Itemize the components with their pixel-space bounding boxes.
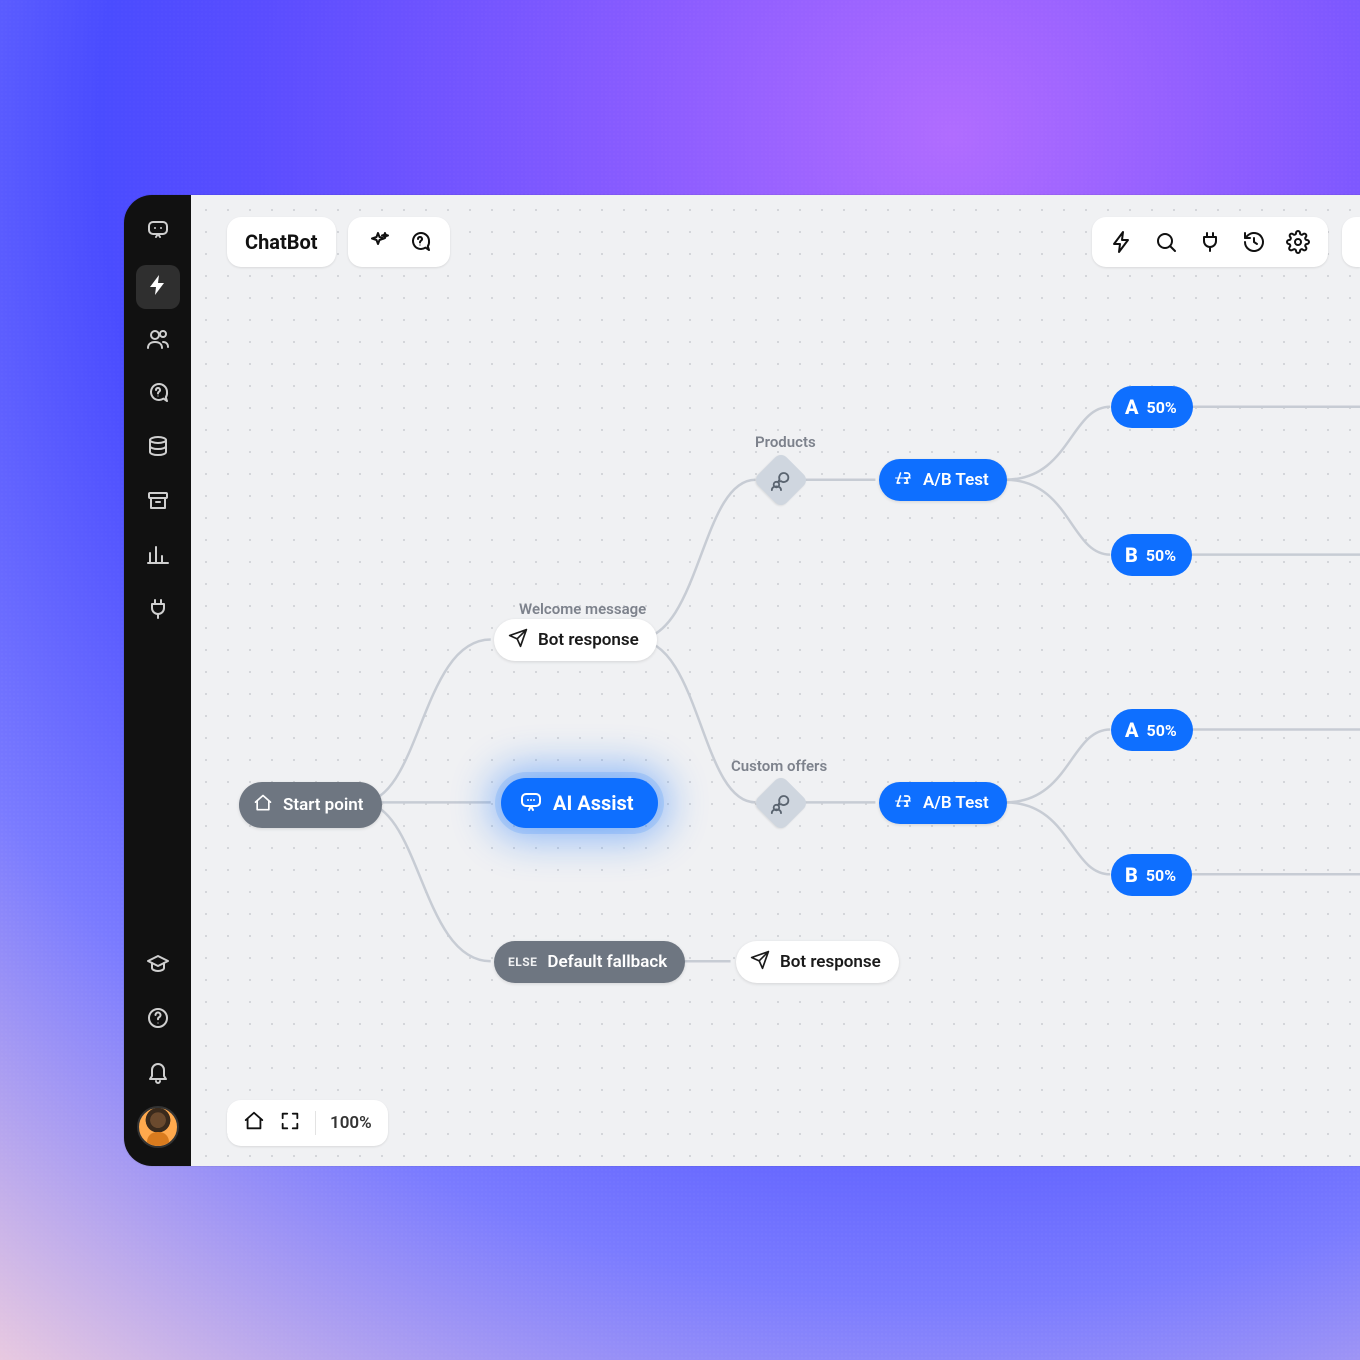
ab-test-label-2: A/B Test [923,793,989,813]
divider [315,1111,316,1135]
top-tools [348,217,450,267]
search-icon [1154,230,1178,254]
user-input-diamond-custom[interactable] [753,775,810,832]
variant-pct: 50% [1147,398,1177,417]
nav-learn[interactable] [136,944,180,988]
default-fallback-label: Default fallback [547,952,667,972]
canvas-toolbar [1092,217,1360,267]
sidebar [124,195,191,1166]
variant-b-2[interactable]: B 50% [1111,854,1192,896]
bot-name-label: ChatBot [245,230,318,254]
history-icon [1242,230,1266,254]
home-icon [253,793,273,818]
custom-offers-label: Custom offers [731,757,827,775]
flow-canvas[interactable]: ChatBot Welcome message [191,195,1360,1166]
ai-assist-node[interactable]: AI Assist [501,778,658,828]
user-chat-icon [770,792,792,814]
ai-assist-label: AI Assist [553,791,634,815]
variant-letter: A [1125,718,1139,742]
chat-question-icon [146,381,170,409]
nav-help[interactable] [136,998,180,1042]
search-button[interactable] [1154,230,1178,254]
ai-sparkle-button[interactable] [366,230,390,254]
variant-letter: B [1125,543,1138,567]
bot-response-node[interactable]: Bot response [494,619,657,661]
user-input-diamond-products[interactable] [753,452,810,509]
nav-notifications[interactable] [136,1052,180,1096]
app-logo-icon [140,211,176,247]
send-icon [750,950,770,975]
app-window: ChatBot Welcome message [124,195,1360,1166]
variant-letter: B [1125,863,1138,887]
zoom-home-button[interactable] [243,1110,265,1137]
plug-icon [146,597,170,625]
zoom-fit-button[interactable] [279,1110,301,1137]
ab-test-node-1[interactable]: A/B Test [879,459,1007,501]
users-icon [146,327,170,355]
start-node[interactable]: Start point [239,782,382,828]
nav-users[interactable] [136,319,180,363]
bar-chart-icon [146,543,170,571]
default-fallback-node[interactable]: ELSE Default fallback [494,941,685,983]
bolt-icon [146,273,170,301]
help-icon [146,1006,170,1034]
nav-integrations[interactable] [136,589,180,633]
send-icon [508,628,528,653]
variant-b-1[interactable]: B 50% [1111,534,1192,576]
bolt-outline-icon [1110,230,1134,254]
integrate-button[interactable] [1198,230,1222,254]
history-button[interactable] [1242,230,1266,254]
user-chat-icon [770,469,792,491]
home-icon [243,1110,265,1132]
test-button[interactable] [1110,230,1134,254]
bot-response-node-2[interactable]: Bot response [736,941,899,983]
expand-icon [279,1110,301,1132]
ab-icon [893,791,913,816]
nav-analytics[interactable] [136,535,180,579]
plug-outline-icon [1198,230,1222,254]
chat-refresh-icon [408,230,432,254]
chat-preview-button[interactable] [408,230,432,254]
zoom-level: 100% [330,1113,372,1133]
bot-response-label: Bot response [538,630,639,650]
nav-flows[interactable] [136,265,180,309]
ab-test-node-2[interactable]: A/B Test [879,782,1007,824]
variant-letter: A [1125,395,1139,419]
nav-archive[interactable] [136,481,180,525]
variant-pct: 50% [1147,721,1177,740]
nav-database[interactable] [136,427,180,471]
toolbar-overflow [1342,217,1360,267]
welcome-label: Welcome message [519,600,646,618]
variant-pct: 50% [1146,866,1176,885]
bot-name-chip[interactable]: ChatBot [227,217,336,267]
zoom-bar: 100% [227,1100,388,1146]
settings-button[interactable] [1286,230,1310,254]
ab-test-label-1: A/B Test [923,470,989,490]
variant-pct: 50% [1146,546,1176,565]
products-label: Products [755,433,816,451]
gear-icon [1286,230,1310,254]
variant-a-2[interactable]: A 50% [1111,709,1193,751]
else-badge: ELSE [508,955,537,969]
nav-chat[interactable] [136,373,180,417]
archive-icon [146,489,170,517]
graduation-icon [146,952,170,980]
sparkle-icon [366,230,390,254]
bot-response-label-2: Bot response [780,952,881,972]
ab-icon [893,468,913,493]
database-icon [146,435,170,463]
start-node-label: Start point [283,795,364,815]
user-avatar[interactable] [137,1106,179,1148]
bell-icon [146,1060,170,1088]
connectors [191,195,1360,1166]
chat-icon [519,789,543,818]
variant-a-1[interactable]: A 50% [1111,386,1193,428]
